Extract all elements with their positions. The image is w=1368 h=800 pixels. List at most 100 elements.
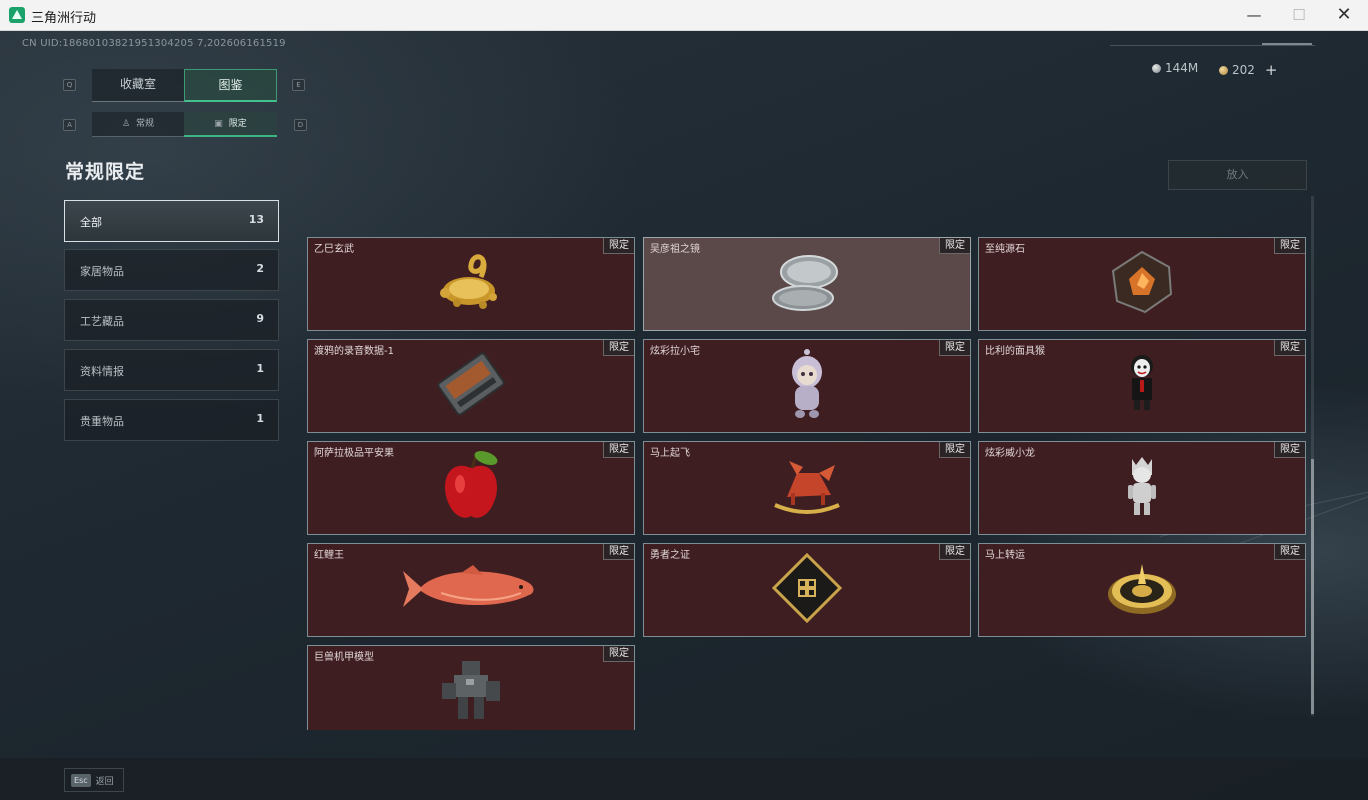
- item-name: 炫彩威小龙: [985, 448, 1035, 459]
- item-grid: 乙巳玄武 限定 吴彦祖之镜 限定 至纯源石 限定 渡鸦的录音数据-1 限定 炫彩…: [306, 236, 1308, 730]
- item-card[interactable]: 至纯源石 限定: [978, 237, 1306, 331]
- subtab-limited[interactable]: ▣ 限定: [184, 112, 277, 137]
- page-title: 常规限定: [65, 161, 146, 183]
- top-divider: [1110, 45, 1315, 46]
- category-count: 2: [256, 262, 264, 275]
- limited-badge: 限定: [1274, 544, 1305, 560]
- recorder-device-icon: [433, 349, 509, 423]
- subtab-normal[interactable]: ♙ 常规: [92, 112, 184, 137]
- limited-badge: 限定: [603, 340, 634, 356]
- subtab-normal-label: 常规: [136, 119, 155, 129]
- mech-model-icon: [436, 655, 506, 729]
- category-home-items[interactable]: 家居物品 2: [64, 249, 279, 291]
- limited-badge: 限定: [939, 442, 970, 458]
- subtab-limited-label: 限定: [228, 119, 247, 129]
- item-name: 巨兽机甲模型: [314, 652, 374, 663]
- key-hint-q: Q: [63, 79, 76, 91]
- category-label: 全部: [80, 216, 102, 229]
- item-card[interactable]: 巨兽机甲模型 限定: [307, 645, 635, 730]
- gold-coin-icon: [1219, 65, 1228, 75]
- add-currency-button[interactable]: +: [1265, 61, 1278, 79]
- limited-badge: 限定: [603, 238, 634, 254]
- item-card[interactable]: 渡鸦的录音数据-1 限定: [307, 339, 635, 433]
- item-name: 至纯源石: [985, 244, 1025, 255]
- limited-badge: 限定: [939, 238, 970, 254]
- category-valuables[interactable]: 贵重物品 1: [64, 399, 279, 441]
- category-count: 9: [256, 312, 264, 325]
- category-all[interactable]: 全部 13: [64, 200, 279, 242]
- item-card[interactable]: 马上转运 限定: [978, 543, 1306, 637]
- item-name: 比利的面具猴: [985, 346, 1045, 357]
- category-count: 1: [256, 362, 264, 375]
- item-card[interactable]: 红鲤王 限定: [307, 543, 635, 637]
- item-name: 渡鸦的录音数据-1: [314, 346, 394, 357]
- back-button[interactable]: Esc 返回: [64, 768, 124, 792]
- item-card[interactable]: 阿萨拉极品平安果 限定: [307, 441, 635, 535]
- back-label: 返回: [95, 776, 114, 787]
- category-label: 贵重物品: [80, 415, 124, 428]
- item-name: 马上起飞: [650, 448, 690, 459]
- limited-badge: 限定: [603, 442, 634, 458]
- category-label: 工艺藏品: [80, 315, 124, 328]
- item-card[interactable]: 炫彩拉小宅 限定: [643, 339, 971, 433]
- delta-force-logo-icon: [9, 7, 25, 23]
- white-figure-icon: [1124, 453, 1160, 523]
- window-title: 三角洲行动: [31, 11, 97, 26]
- golden-turtle-snake-icon: [431, 247, 511, 321]
- game-screen: CN UID:18680103821951304205 7,2026061615…: [0, 31, 1368, 800]
- close-button[interactable]: ✕: [1321, 0, 1367, 31]
- limited-badge: 限定: [939, 544, 970, 560]
- limited-badge: 限定: [1274, 340, 1305, 356]
- tab-collection-room[interactable]: 收藏室: [92, 69, 184, 102]
- item-card[interactable]: 炫彩威小龙 限定: [978, 441, 1306, 535]
- esc-key-hint: Esc: [71, 773, 91, 787]
- limited-badge: 限定: [1274, 238, 1305, 254]
- item-name: 炫彩拉小宅: [650, 346, 700, 357]
- item-name: 红鲤王: [314, 550, 344, 561]
- red-apple-icon: [438, 450, 504, 526]
- item-card[interactable]: 马上起飞 限定: [643, 441, 971, 535]
- item-card[interactable]: 比利的面具猴 限定: [978, 339, 1306, 433]
- compact-mirror-icon: [767, 250, 847, 318]
- limited-badge: 限定: [603, 544, 634, 560]
- red-carp-icon: [401, 563, 541, 617]
- brave-card-icon: [771, 552, 843, 627]
- place-in-button[interactable]: 放入: [1168, 160, 1307, 190]
- maximize-button[interactable]: ☐: [1276, 0, 1322, 31]
- item-name: 吴彦祖之镜: [650, 244, 700, 255]
- category-label: 家居物品: [80, 265, 124, 278]
- golden-dial-icon: [1106, 558, 1178, 622]
- key-hint-d: D: [294, 119, 307, 131]
- key-hint-a: A: [63, 119, 76, 131]
- item-card[interactable]: 乙巳玄武 限定: [307, 237, 635, 331]
- doll-figure-icon: [785, 348, 829, 424]
- item-card[interactable]: 勇者之证 限定: [643, 543, 971, 637]
- user-id-text: CN UID:18680103821951304205 7,2026061615…: [22, 38, 286, 49]
- limited-badge: 限定: [603, 646, 634, 662]
- tab-gallery[interactable]: 图鉴: [184, 69, 277, 102]
- rocking-horse-icon: [769, 455, 845, 521]
- silver-currency: 144M: [1152, 61, 1198, 75]
- item-name: 阿萨拉极品平安果: [314, 448, 394, 459]
- puppet-figure-icon: [1122, 354, 1162, 418]
- category-intel[interactable]: 资料情报 1: [64, 349, 279, 391]
- silver-amount: 144M: [1165, 61, 1199, 75]
- category-label: 资料情报: [80, 365, 124, 378]
- top-divider-accent: [1262, 43, 1312, 45]
- gold-amount: 202: [1232, 63, 1255, 77]
- limited-badge: 限定: [1274, 442, 1305, 458]
- grid-scrollbar-thumb[interactable]: [1311, 459, 1314, 714]
- silver-coin-icon: [1152, 63, 1161, 73]
- item-name: 马上转运: [985, 550, 1025, 561]
- category-count: 1: [256, 412, 264, 425]
- item-name: 勇者之证: [650, 550, 690, 561]
- item-card[interactable]: 吴彦祖之镜 限定: [643, 237, 971, 331]
- category-crafts[interactable]: 工艺藏品 9: [64, 299, 279, 341]
- item-name: 乙巳玄武: [314, 244, 354, 255]
- picture-icon: ▣: [214, 119, 223, 129]
- key-hint-e: E: [292, 79, 305, 91]
- limited-badge: 限定: [939, 340, 970, 356]
- minimize-button[interactable]: —: [1231, 0, 1277, 31]
- flask-icon: ♙: [121, 119, 131, 129]
- gold-currency: 202 +: [1219, 61, 1277, 79]
